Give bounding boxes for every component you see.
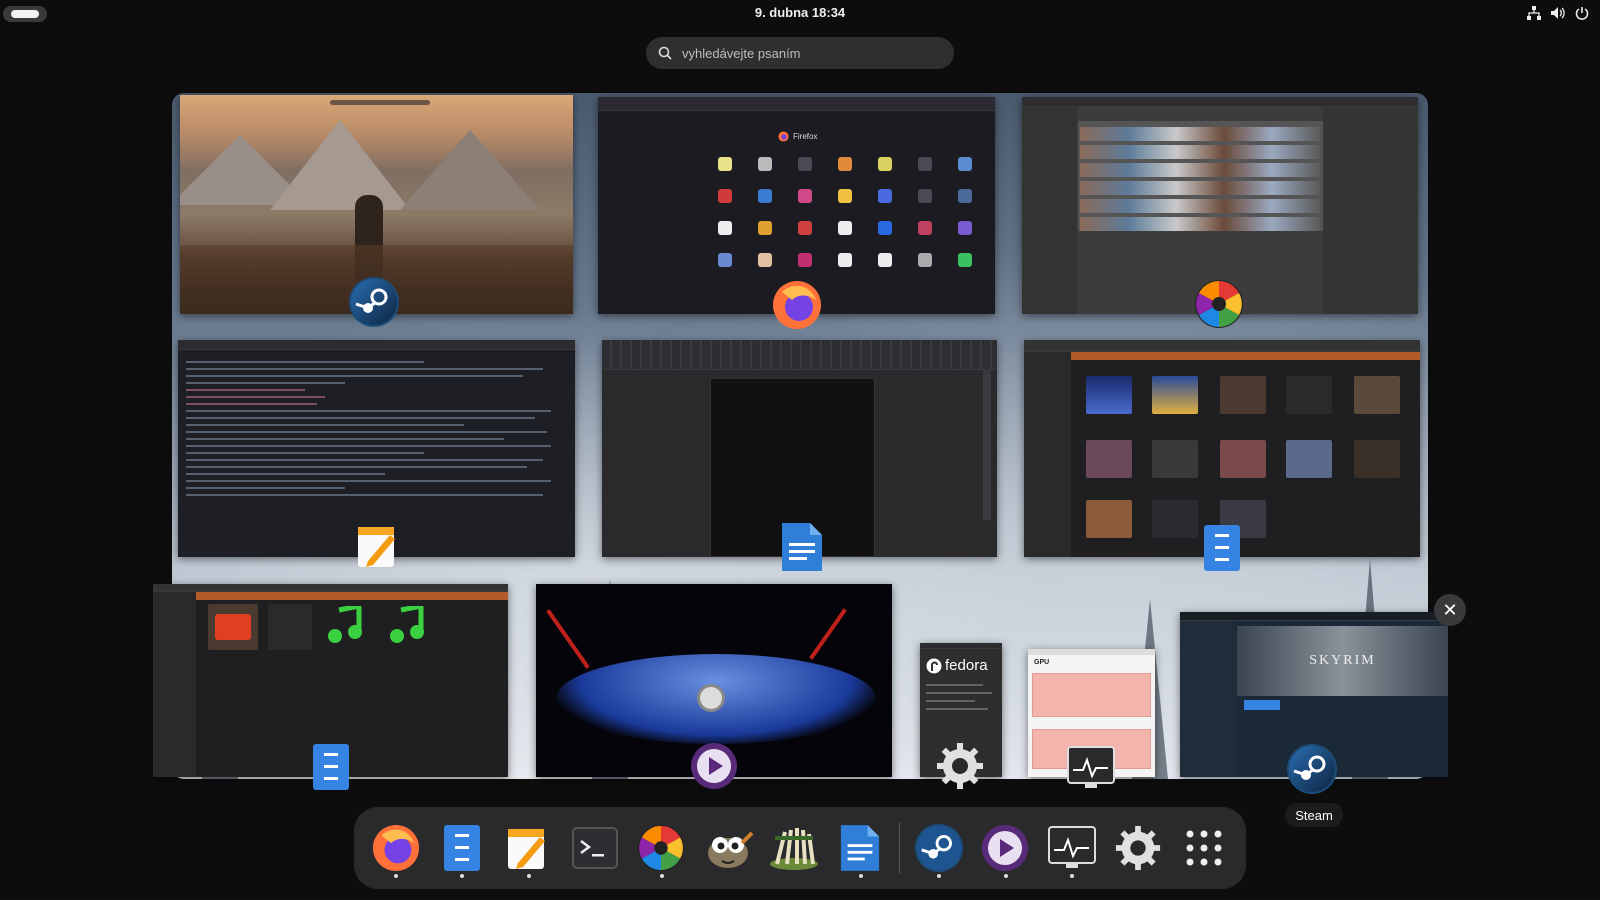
volume-icon[interactable] [1550,4,1566,22]
skyrim-title: SKYRIM [1309,653,1376,668]
firefox-icon [778,131,789,142]
close-window-button[interactable]: ✕ [1434,594,1466,626]
fedora-logo-icon [926,658,942,673]
search-bar[interactable] [646,37,954,69]
fedora-label: fedora [945,657,988,674]
writer-icon [841,825,880,871]
power-icon[interactable] [1574,4,1590,22]
steam-tooltip: Steam [1285,803,1343,827]
search-input[interactable] [682,45,932,61]
music-note-icon [323,602,367,646]
dash-steam[interactable] [911,818,966,878]
firefox-icon [771,279,823,331]
dash-system-monitor[interactable] [1044,818,1099,878]
app-grid-icon [1186,830,1222,866]
terminal-icon [571,827,618,869]
steam-icon [348,276,400,328]
gpu-label: GPU [1034,659,1050,666]
video-player-icon [688,740,740,792]
firefox-icon [372,824,419,872]
files-icon [305,741,357,793]
darktable-icon [638,824,685,872]
system-tray[interactable] [1526,4,1590,22]
dash-files[interactable] [434,818,489,878]
top-bar: 9. dubna 18:34 [0,0,1600,28]
steam-icon [1286,743,1338,795]
dash-video-player[interactable] [978,818,1033,878]
system-monitor-icon [1065,742,1117,794]
gimp-icon [707,831,754,868]
video-player-icon [982,825,1029,871]
dash-gimp[interactable] [700,818,755,878]
writer-icon [776,521,828,573]
system-monitor-icon [1047,826,1096,868]
settings-icon [1115,825,1161,871]
dash-app-grid[interactable] [1177,818,1232,878]
dash-text-editor[interactable] [501,818,556,878]
game-icon [770,828,819,870]
dash-writer[interactable] [833,818,888,878]
text-editor-icon [508,829,546,869]
network-icon[interactable] [1526,4,1542,22]
files-icon [1196,522,1248,574]
settings-icon [934,740,986,792]
dash-separator [899,822,901,874]
files-icon [444,825,481,871]
music-note-icon [385,602,429,646]
search-icon [658,46,672,60]
dash [354,807,1246,889]
close-icon: ✕ [1442,599,1458,620]
steam-icon [914,823,963,873]
firefox-label: Firefox [793,132,818,141]
dash-game[interactable] [766,818,821,878]
dash-settings[interactable] [1110,818,1165,878]
dash-firefox[interactable] [368,818,423,878]
clock[interactable]: 9. dubna 18:34 [0,5,1600,20]
text-editor-icon [352,520,404,572]
darktable-icon [1193,278,1245,330]
dash-terminal[interactable] [567,818,622,878]
dash-darktable[interactable] [634,818,689,878]
